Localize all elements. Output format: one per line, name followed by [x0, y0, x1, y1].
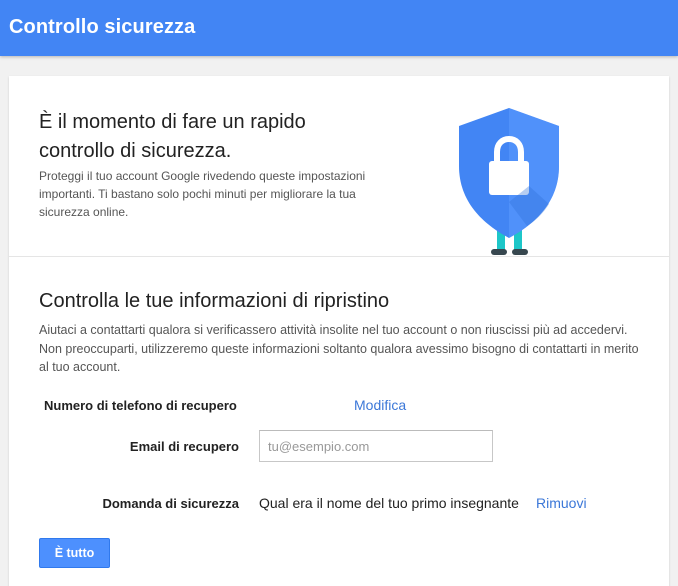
app-header: Controllo sicurezza	[0, 0, 678, 56]
security-question-label: Domanda di sicurezza	[102, 496, 239, 511]
security-question-value: Qual era il nome del tuo primo insegnant…	[259, 495, 519, 511]
recovery-email-label: Email di recupero	[129, 439, 239, 454]
modify-phone-link[interactable]: Modifica	[354, 397, 406, 413]
app-title: Controllo sicurezza	[9, 16, 196, 38]
remove-question-link[interactable]: Rimuovi	[536, 495, 587, 511]
left-shoe	[491, 249, 507, 255]
security-check-card: È il momento di fare un rapido controllo…	[9, 76, 669, 586]
intro-description: Proteggi il tuo account Google rivedendo…	[39, 169, 366, 219]
intro-section: È il momento di fare un rapido controllo…	[9, 76, 669, 257]
intro-heading: È il momento di fare un rapido controllo…	[39, 111, 306, 162]
recovery-email-input[interactable]	[259, 430, 493, 462]
lock-body	[489, 161, 529, 195]
right-shoe	[512, 249, 528, 255]
shield-lock-icon	[459, 108, 559, 255]
recovery-heading: Controlla le tue informazioni di riprist…	[39, 290, 390, 312]
recovery-phone-label: Numero di telefono di recupero	[44, 398, 237, 413]
recovery-description: Aiutaci a contattarti qualora si verific…	[39, 323, 639, 374]
done-button[interactable]: È tutto	[39, 538, 110, 568]
